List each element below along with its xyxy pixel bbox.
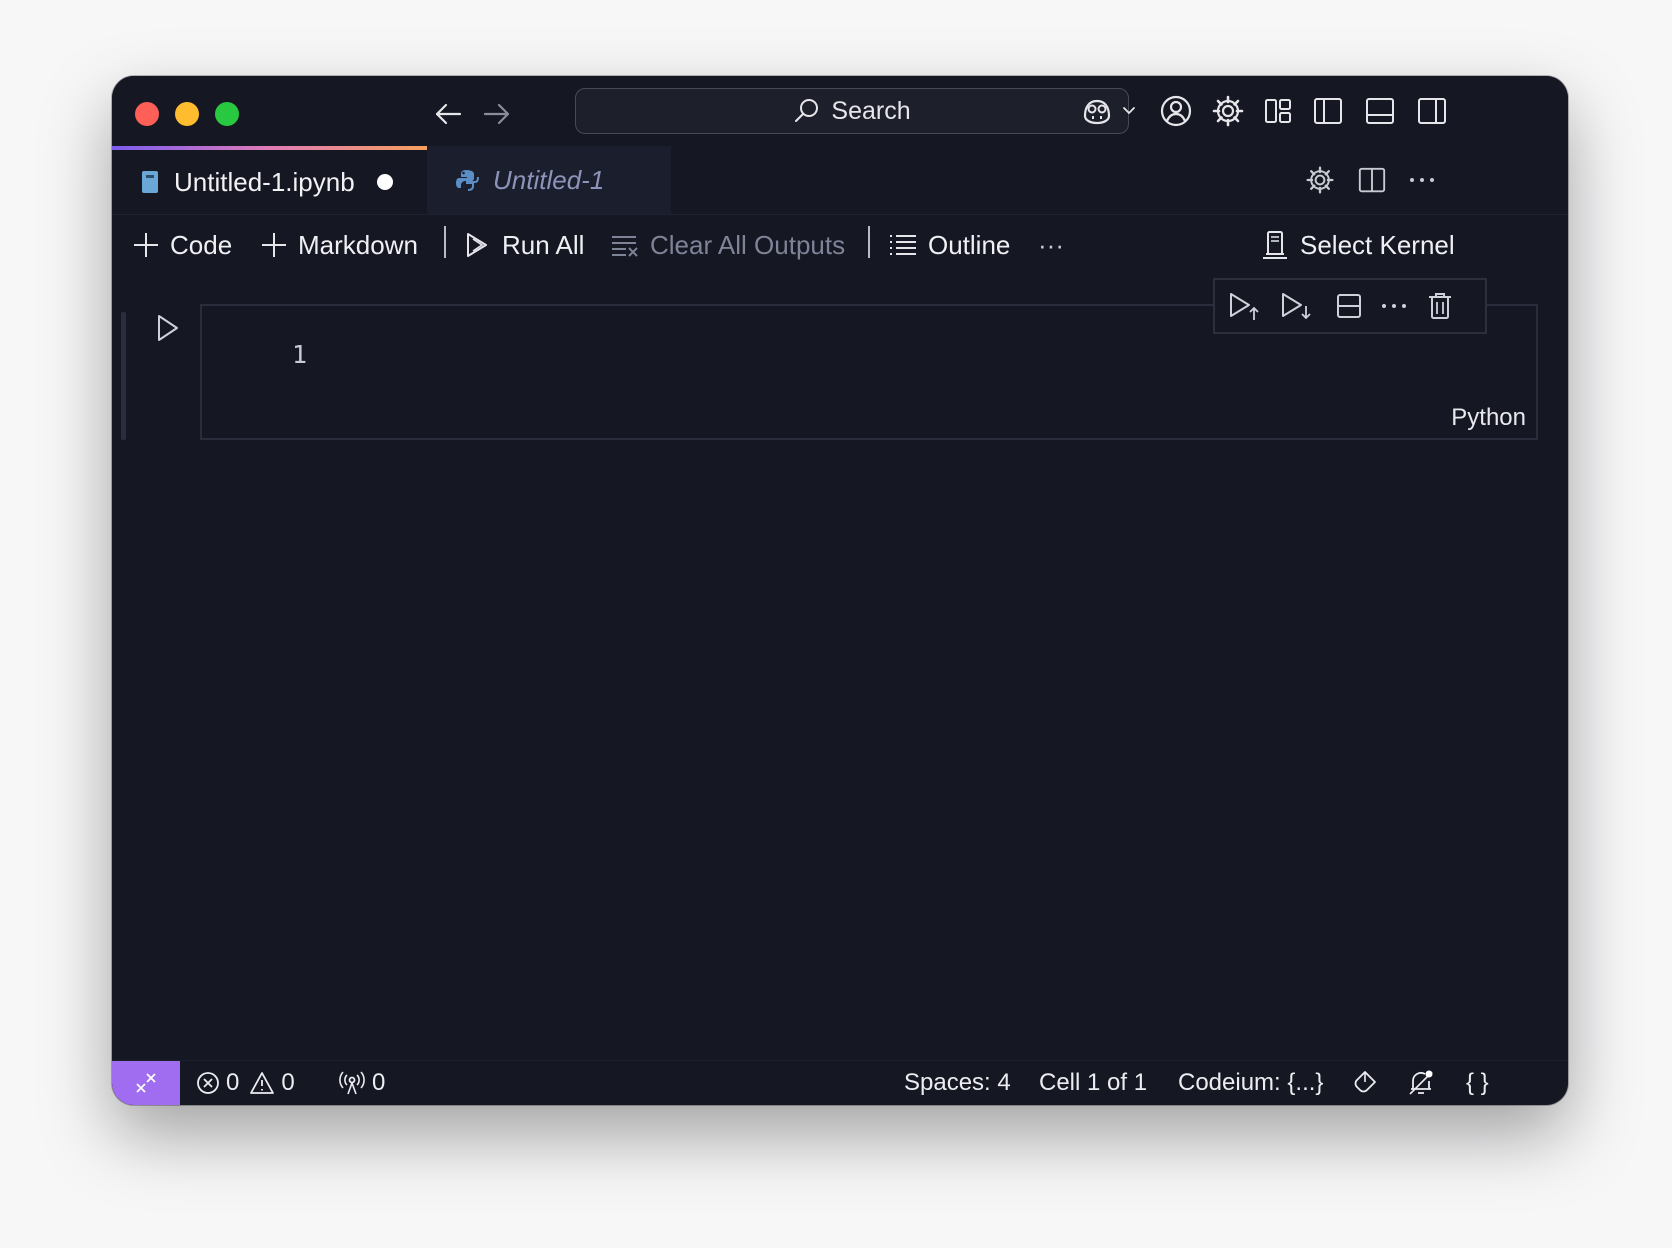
command-center-search[interactable]: Search	[575, 88, 1129, 134]
toggle-secondary-sidebar-icon[interactable]	[1414, 93, 1450, 129]
add-code-cell-button[interactable]: Code	[132, 214, 232, 276]
add-markdown-cell-button[interactable]: Markdown	[260, 214, 418, 276]
kernel-server-icon	[1260, 229, 1290, 261]
close-window-button[interactable]	[135, 102, 159, 126]
outline-list-icon	[888, 232, 918, 258]
markdown-label: Markdown	[298, 229, 418, 260]
warning-icon	[249, 1071, 275, 1095]
toggle-panel-icon[interactable]	[1362, 93, 1398, 129]
ports-count: 0	[372, 1069, 386, 1096]
unsaved-dot-icon[interactable]	[376, 174, 393, 190]
line-number: 1	[292, 340, 308, 369]
vscode-window: Search Untitled-1.ipynb Untitled-1 Code …	[112, 76, 1568, 1105]
tab-label: Untitled-1.ipynb	[174, 166, 355, 197]
notebook-settings-gear-icon[interactable]	[1302, 162, 1338, 198]
codeium-label: Codeium: {...}	[1178, 1069, 1324, 1096]
execute-above-icon[interactable]	[1223, 286, 1265, 326]
status-bar: 0 0 0 Spaces: 4 Cell 1 of 1 Codeium: {..…	[112, 1060, 1568, 1105]
delete-cell-trash-icon[interactable]	[1419, 286, 1461, 326]
settings-gear-icon[interactable]	[1210, 93, 1246, 129]
maximize-window-button[interactable]	[215, 102, 239, 126]
cell-more-actions-icon[interactable]	[1373, 286, 1415, 326]
cell-position-indicator[interactable]: Cell 1 of 1	[1039, 1061, 1147, 1105]
run-all-button[interactable]: Run All	[464, 214, 584, 276]
outline-button[interactable]: Outline	[888, 214, 1010, 276]
search-label: Search	[831, 96, 911, 125]
cell-focus-indicator	[121, 312, 126, 440]
run-all-label: Run All	[502, 229, 585, 260]
braces-label: { }	[1466, 1069, 1489, 1096]
copilot-status-icon[interactable]	[1352, 1061, 1378, 1105]
run-all-icon	[464, 231, 492, 259]
minimize-window-button[interactable]	[175, 102, 199, 126]
toolbar-more-button[interactable]: ···	[1038, 214, 1064, 276]
copilot-menu-icon[interactable]	[1080, 93, 1140, 129]
execute-below-icon[interactable]	[1275, 286, 1317, 326]
language-status-braces[interactable]: { }	[1466, 1061, 1489, 1105]
toggle-primary-sidebar-icon[interactable]	[1310, 93, 1346, 129]
code-label: Code	[170, 229, 233, 260]
notifications-bell-icon[interactable]	[1407, 1061, 1435, 1105]
problems-indicator[interactable]: 0 0	[196, 1061, 295, 1105]
error-icon	[196, 1071, 220, 1095]
execute-cell-play-icon[interactable]	[148, 308, 188, 348]
cell-position-label: Cell 1 of 1	[1039, 1069, 1148, 1096]
notebook-toolbar: Code Markdown Run All Clear All Outputs …	[112, 214, 1568, 276]
notebook-icon	[140, 169, 160, 195]
select-kernel-button[interactable]: Select Kernel	[1260, 214, 1455, 276]
editor-tab-bar: Untitled-1.ipynb Untitled-1	[112, 146, 1568, 215]
cell-language-label[interactable]: Python	[1451, 404, 1526, 432]
plus-icon	[260, 231, 288, 259]
python-icon	[455, 168, 479, 192]
toolbar-separator	[444, 226, 446, 258]
account-icon[interactable]	[1158, 93, 1194, 129]
back-arrow-icon[interactable]	[430, 96, 466, 132]
tab-untitled-python[interactable]: Untitled-1	[427, 146, 671, 214]
search-icon	[793, 97, 821, 125]
split-cell-icon[interactable]	[1328, 286, 1370, 326]
toolbar-separator	[868, 226, 870, 258]
ports-indicator[interactable]: 0	[338, 1061, 385, 1105]
forward-arrow-icon[interactable]	[479, 96, 515, 132]
clear-all-outputs-button[interactable]: Clear All Outputs	[610, 214, 845, 276]
select-kernel-label: Select Kernel	[1300, 229, 1455, 260]
error-count: 0	[226, 1069, 240, 1096]
broadcast-antenna-icon	[338, 1070, 366, 1096]
clear-outputs-icon	[610, 232, 640, 258]
more-label: ···	[1038, 229, 1064, 260]
warning-count: 0	[281, 1069, 295, 1096]
indentation-indicator[interactable]: Spaces: 4	[904, 1061, 1011, 1105]
clear-all-outputs-label: Clear All Outputs	[650, 229, 846, 260]
title-bar: Search	[112, 76, 1568, 146]
tab-label: Untitled-1	[493, 164, 605, 195]
tab-untitled-ipynb[interactable]: Untitled-1.ipynb	[112, 146, 427, 214]
remote-indicator-icon[interactable]	[112, 1061, 180, 1105]
spaces-label: Spaces: 4	[904, 1069, 1011, 1096]
cell-toolbar	[1213, 278, 1487, 334]
customize-layout-icon[interactable]	[1260, 93, 1296, 129]
split-editor-icon[interactable]	[1354, 162, 1390, 198]
plus-icon	[132, 231, 160, 259]
codeium-status[interactable]: Codeium: {...}	[1178, 1061, 1323, 1105]
more-actions-icon[interactable]	[1404, 162, 1440, 198]
outline-label: Outline	[928, 229, 1011, 260]
